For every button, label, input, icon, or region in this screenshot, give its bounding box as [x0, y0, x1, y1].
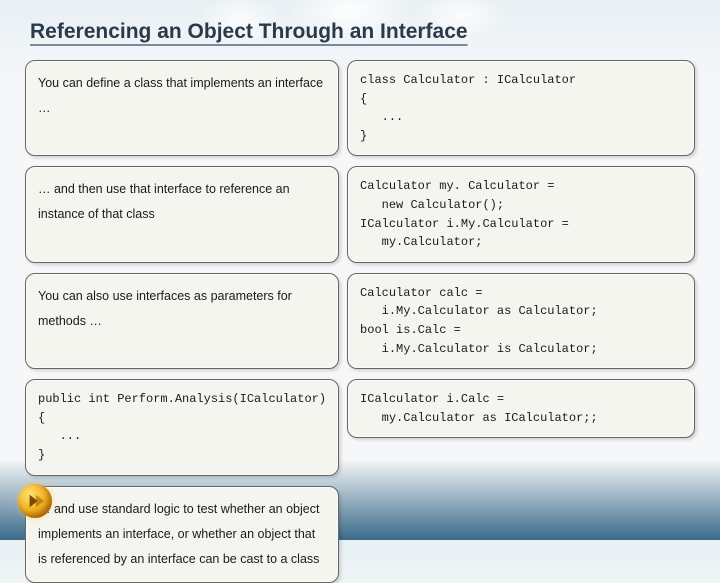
text-box-1: You can define a class that implements a… [25, 60, 339, 156]
text-box-4: … and use standard logic to test whether… [25, 486, 339, 583]
text-box-2: … and then use that interface to referen… [25, 166, 339, 262]
code-box-2: Calculator my. Calculator = new Calculat… [347, 166, 695, 262]
slide-title: Referencing an Object Through an Interfa… [30, 20, 468, 44]
content-grid: You can define a class that implements a… [25, 60, 695, 520]
code-box-3: public int Perform.Analysis(ICalculator)… [25, 379, 339, 475]
code-box-4a: Calculator calc = i.My.Calculator as Cal… [347, 273, 695, 369]
code-box-4b: ICalculator i.Calc = my.Calculator as IC… [347, 379, 695, 438]
next-nav-icon[interactable] [18, 484, 52, 518]
text-box-3: You can also use interfaces as parameter… [25, 273, 339, 369]
code-box-1: class Calculator : ICalculator { ... } [347, 60, 695, 156]
